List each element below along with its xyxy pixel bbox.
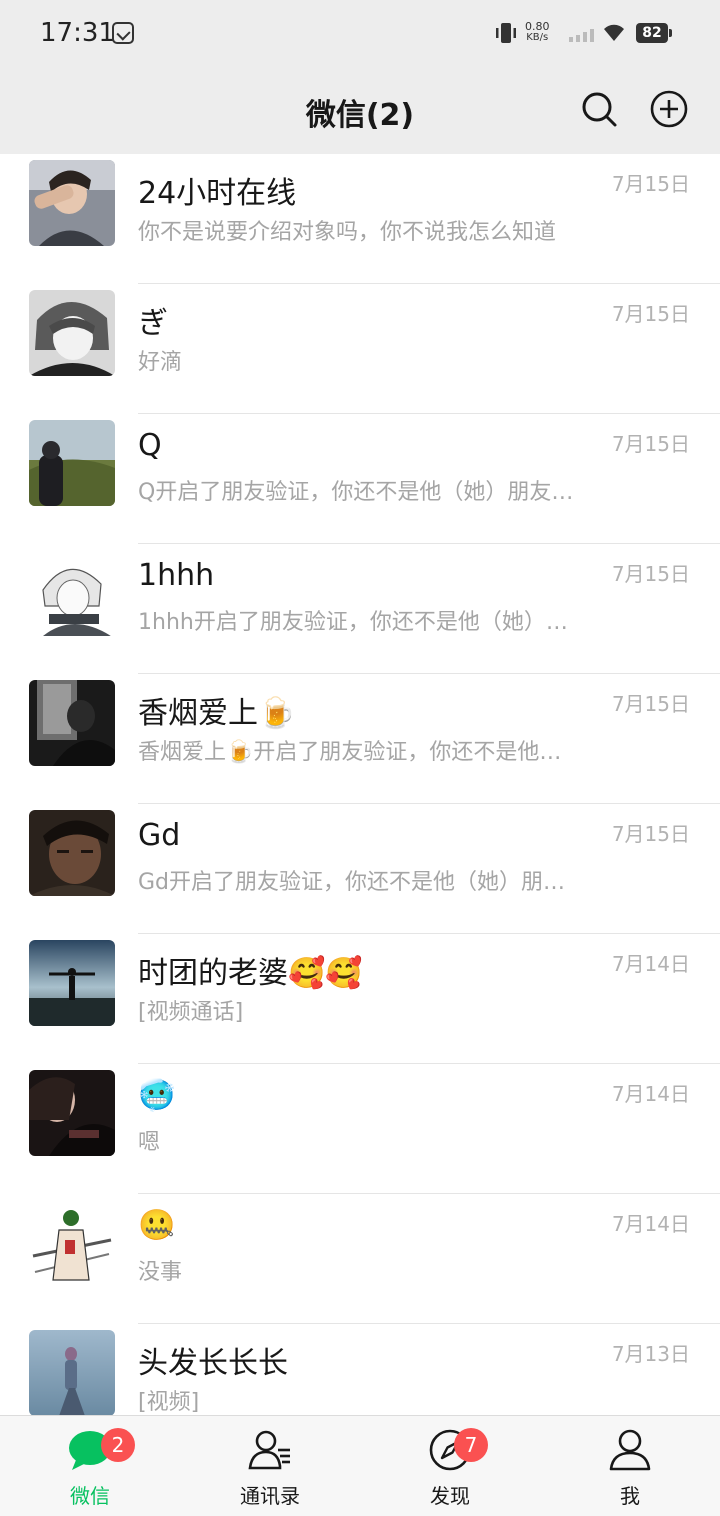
chat-preview: Gd开启了朋友验证，你还不是他（她）朋友。请先发送朋友验证请求 (138, 870, 583, 895)
network-speed: 0.80 KB/s (525, 21, 550, 43)
chat-item[interactable]: 🥶 嗯 7月14日 (0, 1064, 720, 1194)
chat-item[interactable]: 1hhh 1hhh开启了朋友验证，你还不是他（她）朋友。请先发送朋友验证请求 7… (0, 544, 720, 674)
chat-list[interactable]: 24小时在线 你不是说要介绍对象吗，你不说我怎么知道 7月15日 ぎ 好滴 7月… (0, 154, 720, 1415)
battery-indicator: 82 (636, 23, 672, 43)
chat-preview: 1hhh开启了朋友验证，你还不是他（她）朋友。请先发送朋友验证请求 (138, 610, 583, 635)
status-time: 17:31 (40, 18, 115, 48)
unread-badge: 7 (454, 1428, 488, 1462)
tab-label: 我 (620, 1484, 640, 1508)
avatar (29, 160, 115, 246)
app-header: 微信(2) (0, 66, 720, 154)
avatar (29, 550, 115, 636)
chat-date: 7月14日 (611, 1212, 690, 1236)
avatar (29, 810, 115, 896)
chat-preview: Q开启了朋友验证，你还不是他（她）朋友。请先发送朋友验证请求 (138, 480, 583, 505)
chat-name: ぎ (138, 306, 168, 341)
chat-name: Q (138, 428, 162, 463)
avatar (29, 940, 115, 1026)
avatar (29, 680, 115, 766)
chat-item[interactable]: 头发长长长 [视频] 7月13日 (0, 1324, 720, 1415)
network-speed-unit: KB/s (526, 32, 549, 43)
chat-date: 7月14日 (611, 1082, 690, 1106)
chat-name: 1hhh (138, 558, 215, 593)
chat-item[interactable]: 24小时在线 你不是说要介绍对象吗，你不说我怎么知道 7月15日 (0, 154, 720, 284)
chat-name: 🤐 (138, 1208, 176, 1243)
chat-item[interactable]: Gd Gd开启了朋友验证，你还不是他（她）朋友。请先发送朋友验证请求 7月15日 (0, 804, 720, 934)
chat-preview: 香烟爱上🍺开启了朋友验证，你还不是他（她）朋友 (138, 740, 583, 765)
chat-item[interactable]: 香烟爱上🍺 香烟爱上🍺开启了朋友验证，你还不是他（她）朋友 7月15日 (0, 674, 720, 804)
chat-name: 香烟爱上🍺 (138, 696, 296, 731)
avatar (29, 420, 115, 506)
status-bar: 17:31 0.80 KB/s 82 (0, 0, 720, 66)
wifi-icon (604, 24, 624, 41)
chat-date: 7月14日 (611, 952, 690, 976)
tab-chats[interactable]: 2 微信 (0, 1416, 180, 1516)
chat-item[interactable]: Q Q开启了朋友验证，你还不是他（她）朋友。请先发送朋友验证请求 7月15日 (0, 414, 720, 544)
tab-label: 微信 (70, 1484, 110, 1508)
chat-preview: [视频通话] (138, 1000, 244, 1025)
chat-date: 7月13日 (611, 1342, 690, 1366)
tab-label: 通讯录 (240, 1484, 300, 1508)
chat-date: 7月15日 (611, 172, 690, 196)
contacts-icon (248, 1430, 290, 1470)
avatar (29, 1070, 115, 1156)
chat-name: Gd (138, 818, 181, 853)
chat-preview: 你不是说要介绍对象吗，你不说我怎么知道 (138, 220, 557, 245)
chat-date: 7月15日 (611, 432, 690, 456)
chat-date: 7月15日 (611, 302, 690, 326)
tab-discover[interactable]: 7 发现 (360, 1416, 540, 1516)
chat-date: 7月15日 (611, 822, 690, 846)
unread-badge: 2 (101, 1428, 135, 1462)
chat-preview: [视频] (138, 1390, 200, 1415)
tab-label: 发现 (430, 1484, 470, 1508)
chat-item[interactable]: 🤐 没事 7月14日 (0, 1194, 720, 1324)
avatar (29, 1330, 115, 1415)
network-speed-value: 0.80 (525, 20, 550, 33)
bottom-tab-bar: 2 微信 通讯录 7 发现 我 (0, 1415, 720, 1516)
chat-date: 7月15日 (611, 562, 690, 586)
plus-circle-icon[interactable] (650, 90, 688, 128)
tab-me[interactable]: 我 (540, 1416, 720, 1516)
tab-contacts[interactable]: 通讯录 (180, 1416, 360, 1516)
screenshot-notification-icon (112, 22, 134, 44)
chat-name: 24小时在线 (138, 176, 297, 211)
chat-preview: 没事 (138, 1260, 183, 1285)
chat-name: 时团的老婆🥰🥰 (138, 956, 363, 991)
chat-date: 7月15日 (611, 692, 690, 716)
chat-item[interactable]: ぎ 好滴 7月15日 (0, 284, 720, 414)
chat-name: 头发长长长 (138, 1346, 288, 1381)
search-icon[interactable] (580, 90, 618, 128)
avatar (29, 1200, 115, 1286)
chat-preview: 好滴 (138, 350, 183, 375)
chat-preview: 嗯 (138, 1130, 161, 1155)
vibrate-icon (496, 23, 516, 43)
chat-item[interactable]: 时团的老婆🥰🥰 [视频通话] 7月14日 (0, 934, 720, 1064)
chat-name: 🥶 (138, 1078, 176, 1113)
avatar (29, 290, 115, 376)
signal-icon (569, 29, 594, 42)
person-icon (609, 1429, 651, 1471)
